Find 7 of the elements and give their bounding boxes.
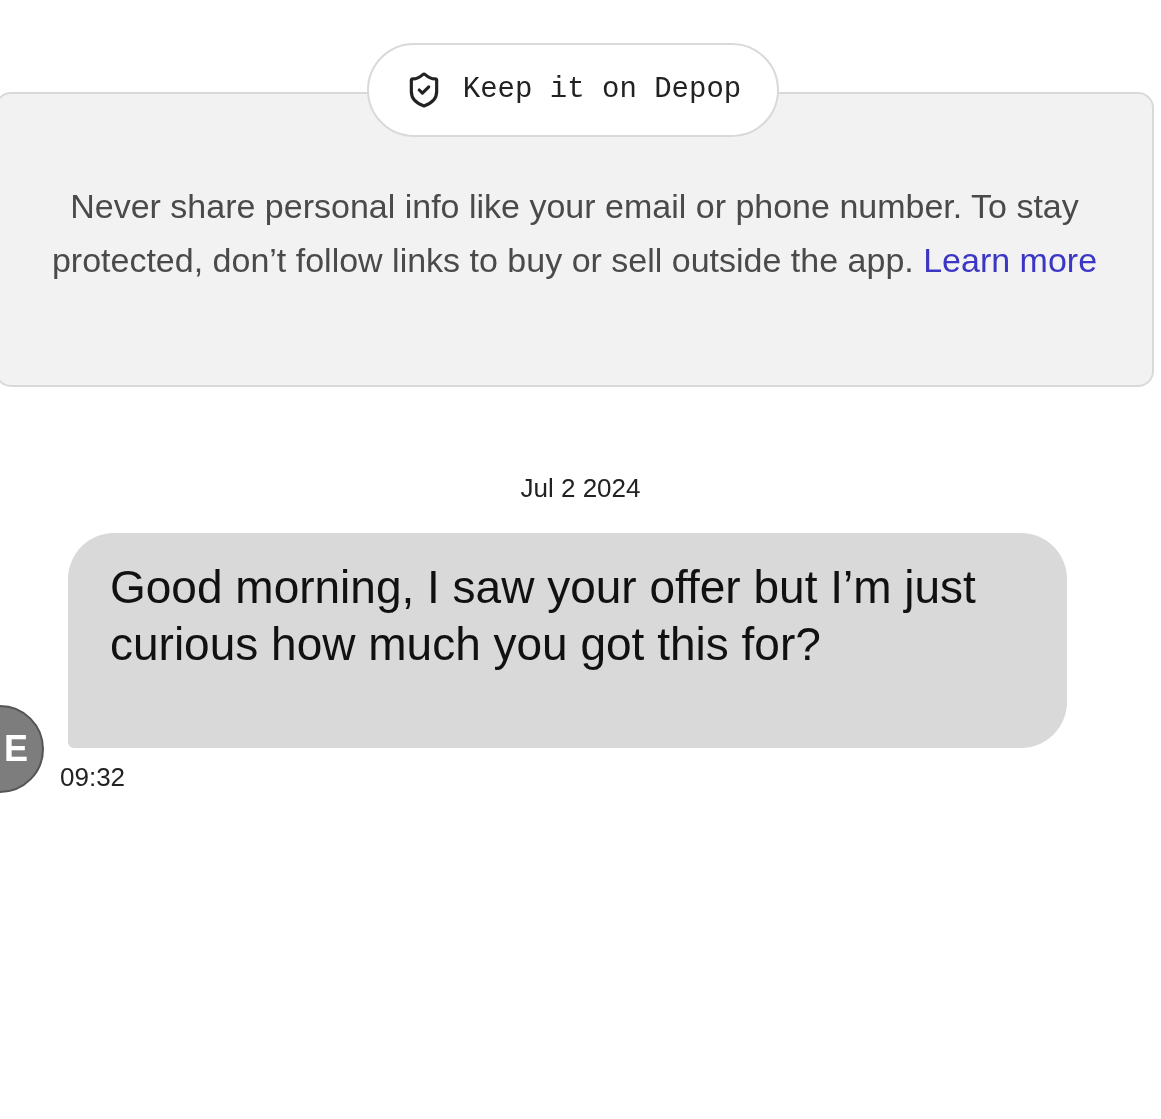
notice-text: Never share personal info like your email or phone number. To stay protected, don’t follow links to buy or sell outside the app. Learn more <box>50 186 1099 281</box>
message-time: 09:32 <box>60 761 127 794</box>
date-separator: Jul 2 2024 <box>520 472 641 505</box>
learn-more-link[interactable]: Learn more <box>923 241 1098 279</box>
message-text: Good morning, I saw your offer but I’m just curious how much you got this for? <box>110 560 977 672</box>
avatar-initial: E <box>4 727 28 771</box>
badge-text: Keep it on Depop <box>462 72 742 109</box>
